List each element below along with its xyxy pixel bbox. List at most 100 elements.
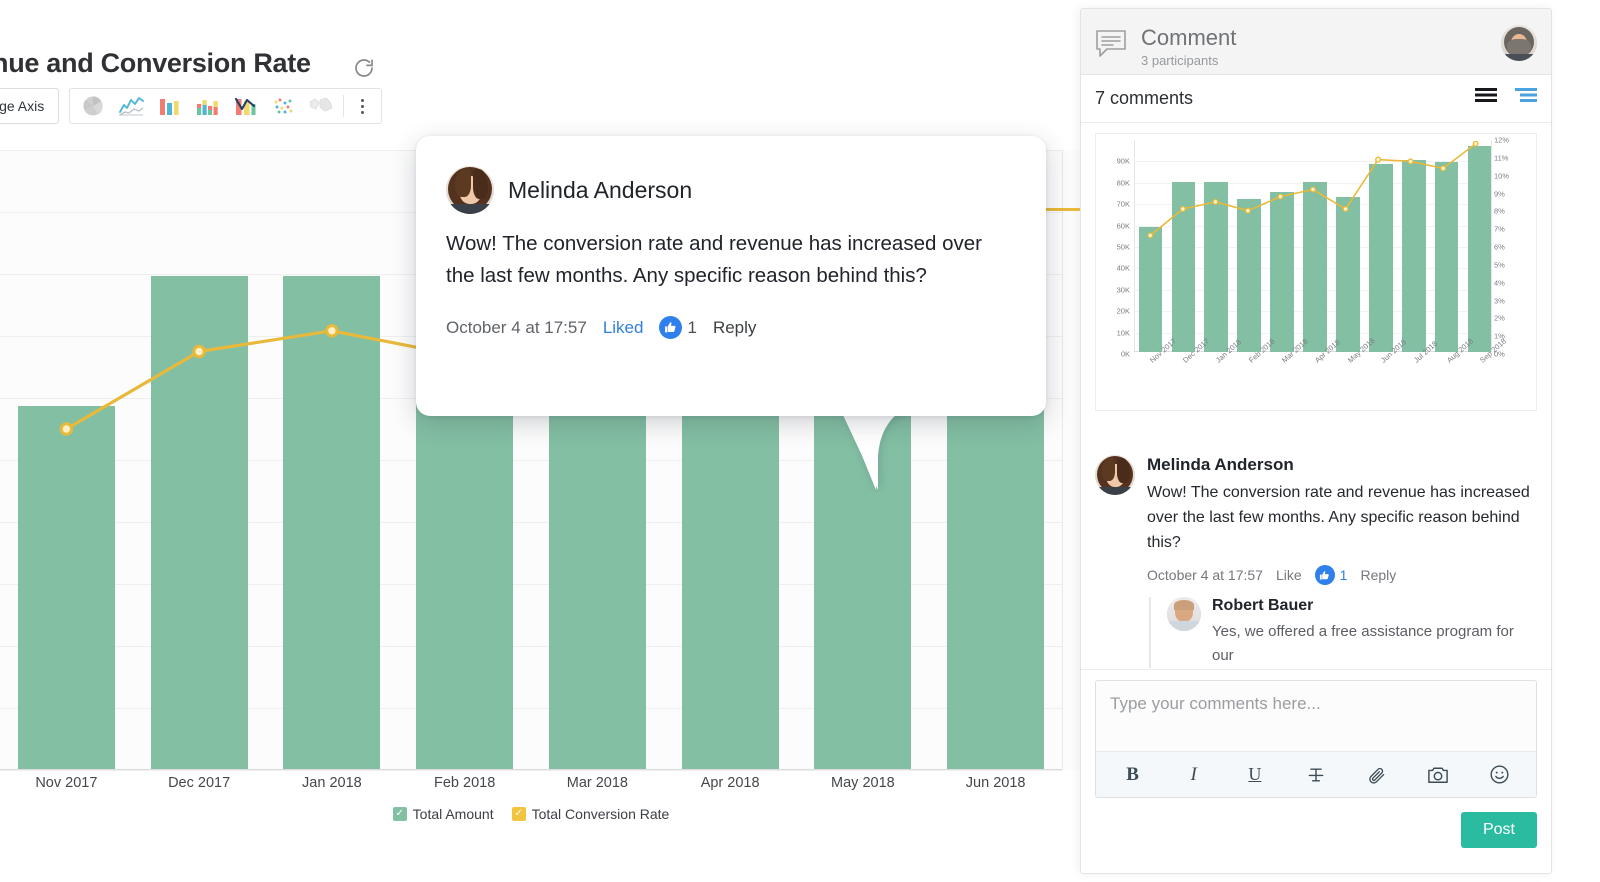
y2-axis-tick-label: 10%: [1494, 171, 1509, 180]
post-row: Post: [1095, 812, 1537, 848]
reply-body: Yes, we offered a free assistance progra…: [1212, 620, 1537, 668]
scatter-chart-icon[interactable]: [264, 89, 302, 123]
comment-callout: Melinda Anderson Wow! The conversion rat…: [416, 136, 1046, 416]
chart-type-group: [69, 88, 382, 124]
emoji-icon[interactable]: [1481, 758, 1517, 792]
composer-box: Type your comments here... B I U: [1095, 680, 1537, 798]
combo-chart-icon[interactable]: [226, 89, 264, 123]
list-view-icon[interactable]: [1475, 87, 1497, 110]
stacked-bar-chart-icon[interactable]: [188, 89, 226, 123]
callout-connector-line: [1044, 208, 1080, 211]
legend-item[interactable]: ✓Total Conversion Rate: [512, 806, 670, 822]
post-button[interactable]: Post: [1461, 812, 1537, 848]
comment-like-count: 1: [1340, 567, 1348, 583]
legend-swatch: ✓: [512, 807, 526, 821]
y2-axis-tick-label: 11%: [1494, 153, 1508, 162]
y-axis-tick-label: 40K: [1117, 264, 1130, 273]
mini-y2-tick-labels: 0%1%2%3%4%5%6%7%8%9%10%11%12%: [1494, 140, 1534, 352]
x-axis-label: Apr 2018: [664, 775, 797, 791]
x-axis-line: [0, 769, 1062, 770]
line-chart-icon[interactable]: [112, 89, 150, 123]
pie-chart-icon[interactable]: [74, 89, 112, 123]
callout-timestamp: October 4 at 17:57: [446, 318, 587, 338]
bar-chart-icon[interactable]: [150, 89, 188, 123]
legend-label: Total Amount: [413, 806, 494, 822]
y-axis-tick-label: 10K: [1117, 328, 1130, 337]
comment-reply-button[interactable]: Reply: [1360, 567, 1396, 583]
mini-x-tick-labels: Nov 2017Dec 2017Jan 2018Feb 2018Mar 2018…: [1134, 354, 1492, 410]
comment-input[interactable]: Type your comments here...: [1096, 681, 1536, 751]
comment-composer: Type your comments here... B I U: [1081, 669, 1551, 873]
thumbs-up-icon: [1315, 565, 1335, 585]
x-axis-label: Nov 2017: [0, 775, 133, 791]
callout-reply-button[interactable]: Reply: [713, 318, 756, 338]
y-axis-tick-label: 90K: [1117, 157, 1130, 166]
chart-bar[interactable]: [283, 276, 380, 769]
more-options-icon[interactable]: [347, 89, 377, 123]
avatar: [1167, 597, 1201, 631]
comment-icon: [1095, 29, 1129, 64]
chart-legend: ✓ Total Amount ✓Total Conversion Rate: [0, 806, 1062, 822]
chart-bar[interactable]: [18, 406, 115, 769]
user-avatar[interactable]: [1501, 25, 1537, 61]
legend-swatch: ✓: [393, 807, 407, 821]
y2-axis-tick-label: 12%: [1494, 136, 1509, 145]
mini-y-tick-labels: 0K10K20K30K40K50K60K70K80K90K: [1096, 140, 1130, 352]
avatar: [446, 166, 494, 214]
y2-axis-tick-label: 4%: [1494, 278, 1505, 287]
underline-icon[interactable]: U: [1237, 758, 1273, 792]
italic-icon[interactable]: I: [1176, 758, 1212, 792]
y-axis-tick-label: 20K: [1117, 307, 1130, 316]
report-area: nue and Conversion Rate Merge Axis: [0, 0, 1080, 882]
y-axis-tick-label: 80K: [1117, 178, 1130, 187]
x-axis-label: Mar 2018: [531, 775, 664, 791]
y2-axis-tick-label: 9%: [1494, 189, 1505, 198]
x-axis-labels: Nov 2017Dec 2017Jan 2018Feb 2018Mar 2018…: [0, 775, 1062, 801]
y2-axis-tick-label: 6%: [1494, 243, 1505, 252]
x-axis-label: May 2018: [797, 775, 930, 791]
comment-body: Wow! The conversion rate and revenue has…: [1147, 480, 1537, 555]
comment-reply: Robert Bauer Yes, we offered a free assi…: [1149, 597, 1537, 668]
chart-bar[interactable]: [151, 276, 248, 769]
camera-icon[interactable]: [1420, 758, 1456, 792]
attachment-icon[interactable]: [1359, 758, 1395, 792]
mini-chart-plot: [1134, 140, 1492, 352]
strikethrough-icon[interactable]: [1298, 758, 1334, 792]
chart-toolbar: Merge Axis: [0, 88, 382, 124]
x-axis-label: Jan 2018: [266, 775, 399, 791]
legend-item[interactable]: ✓ Total Amount: [393, 806, 494, 822]
mini-trend-line: [1134, 140, 1492, 352]
y-axis-tick-label: 30K: [1117, 285, 1130, 294]
refresh-icon[interactable]: [352, 56, 376, 80]
comment-panel: Comment 3 participants 7 comments: [1080, 8, 1552, 874]
merge-axis-button[interactable]: Merge Axis: [0, 88, 59, 124]
callout-author-name: Melinda Anderson: [508, 177, 692, 204]
grid-line: [0, 770, 1062, 771]
comment-author-name: Melinda Anderson: [1147, 455, 1537, 475]
map-chart-icon[interactable]: [302, 89, 340, 123]
comment-like-button[interactable]: Like: [1276, 567, 1302, 583]
callout-meta: October 4 at 17:57 Liked 1 Reply: [446, 316, 1014, 339]
participants-count: 3 participants: [1141, 53, 1236, 68]
callout-like-count-pill[interactable]: 1: [659, 316, 696, 339]
view-toggle-group: [1475, 87, 1537, 110]
bold-icon[interactable]: B: [1115, 758, 1151, 792]
reply-author-name: Robert Bauer: [1212, 597, 1537, 615]
comment-panel-title: Comment: [1141, 26, 1236, 50]
thread-view-icon[interactable]: [1515, 87, 1537, 110]
comment-list[interactable]: Melinda Anderson Wow! The conversion rat…: [1081, 443, 1551, 681]
comment-like-count-pill[interactable]: 1: [1315, 565, 1348, 585]
x-axis-label: Dec 2017: [133, 775, 266, 791]
thumbs-up-icon: [659, 316, 682, 339]
mini-chart: 0K10K20K30K40K50K60K70K80K90K 0%1%2%3%4%…: [1095, 133, 1537, 411]
y-axis-tick-label: 60K: [1117, 221, 1130, 230]
x-axis-label: Jun 2018: [929, 775, 1062, 791]
y-axis-tick-label: 70K: [1117, 200, 1130, 209]
comment-meta: October 4 at 17:57 Like 1 Reply: [1147, 565, 1537, 585]
callout-like-button[interactable]: Liked: [603, 318, 644, 338]
plot-right-edge: [1062, 150, 1063, 770]
avatar: [1095, 455, 1135, 495]
composer-toolbar: B I U: [1096, 751, 1536, 797]
comment-count: 7 comments: [1095, 88, 1475, 109]
callout-body: Wow! The conversion rate and revenue has…: [446, 228, 1014, 292]
